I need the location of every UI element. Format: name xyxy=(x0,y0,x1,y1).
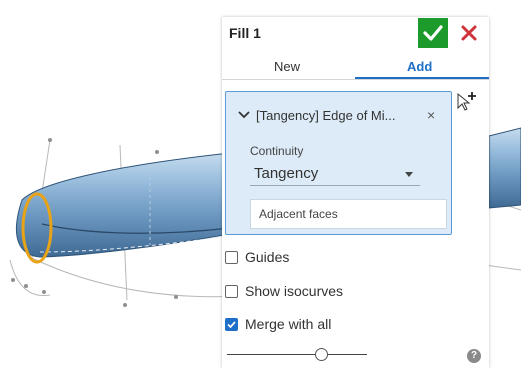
show-isocurves-checkbox[interactable] xyxy=(225,285,238,298)
guides-checkbox[interactable] xyxy=(225,251,238,264)
guides-label: Guides xyxy=(245,249,290,265)
checkmark-icon xyxy=(227,321,236,329)
tab-add[interactable]: Add xyxy=(407,59,432,74)
continuity-value: Tangency xyxy=(254,165,319,182)
checkmark-icon xyxy=(423,25,443,41)
guides-checkbox-row[interactable]: Guides xyxy=(225,249,325,269)
dropdown-arrow-icon xyxy=(405,172,413,177)
merge-tolerance-slider[interactable] xyxy=(227,347,367,361)
continuity-label: Continuity xyxy=(250,144,304,158)
fill-feature-dialog: Fill 1 New Add [Tangency] Edge of Mi... … xyxy=(222,17,489,368)
remove-selection-icon[interactable]: × xyxy=(427,107,435,123)
merge-with-all-label: Merge with all xyxy=(245,316,332,332)
merge-with-all-checkbox[interactable] xyxy=(225,318,238,331)
chevron-down-icon[interactable] xyxy=(237,110,251,120)
close-x-icon xyxy=(461,25,477,41)
help-icon[interactable]: ? xyxy=(467,349,481,363)
adjacent-faces-field[interactable]: Adjacent faces xyxy=(250,199,447,229)
dialog-header: Fill 1 xyxy=(222,17,489,49)
dialog-title: Fill 1 xyxy=(229,25,261,41)
tab-divider xyxy=(222,79,489,80)
cancel-button[interactable] xyxy=(454,18,484,48)
slider-handle[interactable] xyxy=(314,348,328,361)
adjacent-faces-placeholder: Adjacent faces xyxy=(259,207,338,221)
merge-with-all-checkbox-row[interactable]: Merge with all xyxy=(225,316,365,336)
show-isocurves-label: Show isocurves xyxy=(245,283,344,299)
selection-item[interactable]: [Tangency] Edge of Mi... × Continuity Ta… xyxy=(225,91,452,235)
surface-right[interactable] xyxy=(488,127,521,209)
selection-label: [Tangency] Edge of Mi... xyxy=(256,108,396,123)
continuity-dropdown[interactable]: Tangency xyxy=(250,162,420,186)
accept-button[interactable] xyxy=(418,18,448,48)
add-selection-cursor-icon[interactable] xyxy=(455,90,479,114)
tab-new[interactable]: New xyxy=(274,59,300,74)
slider-track xyxy=(227,354,367,355)
show-isocurves-checkbox-row[interactable]: Show isocurves xyxy=(225,283,365,303)
